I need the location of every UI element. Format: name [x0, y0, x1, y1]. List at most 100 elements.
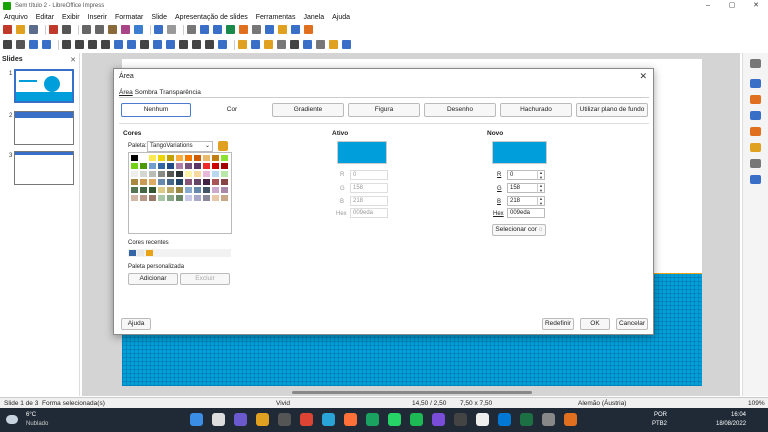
- weather-temp[interactable]: 6°C: [26, 412, 36, 418]
- palette-color-swatch[interactable]: [167, 171, 174, 177]
- palette-color-swatch[interactable]: [221, 171, 228, 177]
- add-color-button[interactable]: Adicionar: [128, 273, 178, 285]
- palette-color-swatch[interactable]: [140, 187, 147, 193]
- palette-color-swatch[interactable]: [167, 179, 174, 185]
- palette-color-swatch[interactable]: [158, 195, 165, 201]
- app-icon[interactable]: [366, 413, 379, 426]
- shadow-icon[interactable]: [290, 40, 299, 49]
- select-icon[interactable]: [3, 40, 12, 49]
- palette-edit-icon[interactable]: [218, 141, 228, 151]
- palette-color-swatch[interactable]: [203, 195, 210, 201]
- palette-color-swatch[interactable]: [194, 187, 201, 193]
- palette-color-swatch[interactable]: [131, 179, 138, 185]
- toggle-extrusion-icon[interactable]: [342, 40, 351, 49]
- palette-color-swatch[interactable]: [203, 179, 210, 185]
- palette-color-swatch[interactable]: [149, 195, 156, 201]
- palette-color-swatch[interactable]: [167, 163, 174, 169]
- palette-color-swatch[interactable]: [158, 179, 165, 185]
- lang-code[interactable]: POR: [654, 412, 667, 418]
- menu-formatar[interactable]: Formatar: [115, 14, 143, 21]
- new-hex-field[interactable]: 009eda: [507, 208, 545, 218]
- navigator-icon[interactable]: [750, 175, 761, 184]
- palette-color-swatch[interactable]: [167, 155, 174, 161]
- app-icon-2[interactable]: [454, 413, 467, 426]
- minimize-button[interactable]: –: [696, 0, 720, 12]
- slide-thumbnail-1[interactable]: [14, 69, 74, 103]
- palette-color-swatch[interactable]: [212, 187, 219, 193]
- gallery-icon[interactable]: [750, 159, 761, 168]
- palette-color-swatch[interactable]: [158, 187, 165, 193]
- display-views-icon[interactable]: [278, 25, 287, 34]
- filter-icon[interactable]: [316, 40, 325, 49]
- palette-color-swatch[interactable]: [140, 155, 147, 161]
- copy-icon[interactable]: [95, 25, 104, 34]
- telegram-icon[interactable]: [322, 413, 335, 426]
- slide-transition-icon[interactable]: [750, 95, 761, 104]
- close-pane-icon[interactable]: ✕: [70, 56, 76, 64]
- special-char-icon[interactable]: [252, 25, 261, 34]
- fill-color-button[interactable]: Cor: [196, 103, 268, 117]
- save-icon[interactable]: [29, 25, 38, 34]
- color-palette-grid[interactable]: [128, 152, 232, 234]
- status-theme[interactable]: Vivid: [276, 400, 290, 407]
- reset-button[interactable]: Redefinir: [542, 318, 574, 330]
- spelling-icon[interactable]: [187, 25, 196, 34]
- clear-format-icon[interactable]: [134, 25, 143, 34]
- palette-color-swatch[interactable]: [131, 195, 138, 201]
- palette-color-swatch[interactable]: [131, 155, 138, 161]
- help-button[interactable]: Ajuda: [121, 318, 151, 330]
- palette-color-swatch[interactable]: [203, 155, 210, 161]
- maximize-button[interactable]: ▢: [720, 0, 744, 12]
- styles-icon[interactable]: [750, 143, 761, 152]
- weather-desc[interactable]: Nublado: [26, 421, 48, 427]
- image-icon[interactable]: [213, 25, 222, 34]
- properties-icon[interactable]: [750, 79, 761, 88]
- fill-image-button[interactable]: Figura: [348, 103, 420, 117]
- fill-hatch-button[interactable]: Hachurado: [500, 103, 572, 117]
- palette-color-swatch[interactable]: [203, 187, 210, 193]
- teams-icon[interactable]: [234, 413, 247, 426]
- palette-color-swatch[interactable]: [221, 163, 228, 169]
- menu-apresentacao[interactable]: Apresentação de slides: [175, 14, 248, 21]
- open-icon[interactable]: [16, 25, 25, 34]
- palette-color-swatch[interactable]: [149, 163, 156, 169]
- align-icon[interactable]: [251, 40, 260, 49]
- new-b-field[interactable]: 218 ▲ ▼: [507, 196, 545, 206]
- arrange-icon[interactable]: [264, 40, 273, 49]
- ellipse-icon[interactable]: [88, 40, 97, 49]
- palette-color-swatch[interactable]: [149, 171, 156, 177]
- palette-color-swatch[interactable]: [203, 171, 210, 177]
- palette-color-swatch[interactable]: [194, 179, 201, 185]
- menu-slide[interactable]: Slide: [151, 14, 167, 21]
- palette-color-swatch[interactable]: [176, 155, 183, 161]
- menu-ajuda[interactable]: Ajuda: [332, 14, 350, 21]
- zoom-icon[interactable]: [16, 40, 25, 49]
- palette-color-swatch[interactable]: [140, 171, 147, 177]
- horizontal-scrollbar[interactable]: [292, 391, 532, 394]
- redo-icon[interactable]: [167, 25, 176, 34]
- table-icon[interactable]: [200, 25, 209, 34]
- menu-editar[interactable]: Editar: [36, 14, 54, 21]
- menu-icon[interactable]: [750, 59, 761, 68]
- pick-color-button[interactable]: Selecionar cor ◌: [492, 224, 546, 236]
- fill-none-button[interactable]: Nenhum: [121, 103, 191, 117]
- slide-thumbnail-3[interactable]: [14, 151, 74, 185]
- palette-color-swatch[interactable]: [176, 187, 183, 193]
- new-r-field[interactable]: 0 ▲ ▼: [507, 170, 545, 180]
- palette-color-swatch[interactable]: [167, 187, 174, 193]
- store-icon[interactable]: [278, 413, 291, 426]
- distribute-icon[interactable]: [277, 40, 286, 49]
- palette-color-swatch[interactable]: [158, 163, 165, 169]
- textbox-icon[interactable]: [239, 25, 248, 34]
- palette-color-swatch[interactable]: [140, 195, 147, 201]
- palette-color-swatch[interactable]: [176, 163, 183, 169]
- dialog-close-button[interactable]: ✕: [639, 71, 647, 82]
- spotify-icon[interactable]: [410, 413, 423, 426]
- print-icon[interactable]: [62, 25, 71, 34]
- recent-color-swatch[interactable]: [146, 250, 153, 256]
- firefox-icon[interactable]: [344, 413, 357, 426]
- notion-icon[interactable]: [476, 413, 489, 426]
- palette-color-swatch[interactable]: [212, 171, 219, 177]
- palette-color-swatch[interactable]: [149, 187, 156, 193]
- master-slides-icon[interactable]: [750, 127, 761, 136]
